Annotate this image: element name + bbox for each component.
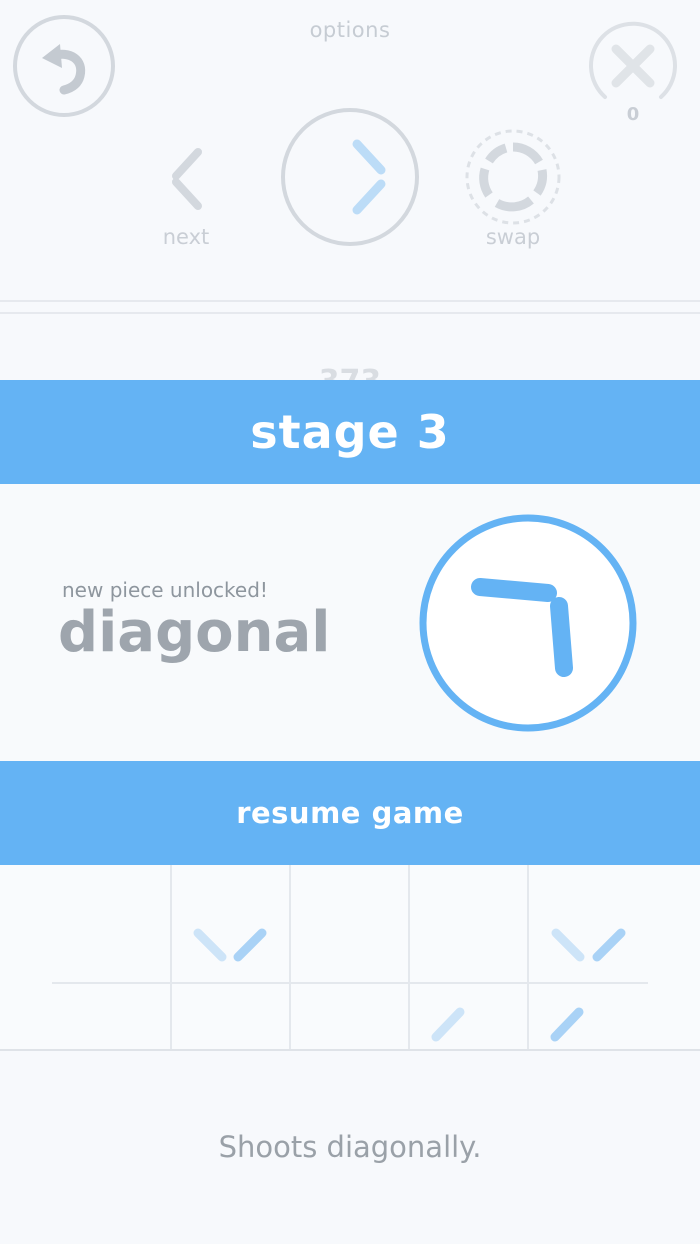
unlock-caption: new piece unlocked!: [62, 578, 268, 602]
swap-ring-icon: [479, 142, 547, 212]
close-count: 0: [626, 104, 640, 125]
chevron-left-icon: [172, 148, 202, 210]
close-x-icon: [611, 44, 655, 88]
stage-banner: stage 3: [0, 380, 700, 484]
next-button[interactable]: [158, 142, 218, 214]
board-piece[interactable]: [551, 928, 626, 962]
board-pieces: [193, 928, 626, 1042]
next-label: next: [162, 225, 210, 249]
piece-name: diagonal: [58, 600, 331, 665]
swap-button[interactable]: [463, 127, 563, 227]
undo-arrow-icon: [42, 44, 86, 95]
board-piece[interactable]: [193, 928, 267, 962]
piece-description: Shoots diagonally.: [218, 1130, 482, 1164]
diagonal-piece-icon: [419, 514, 637, 732]
resume-game-button[interactable]: resume game: [0, 761, 700, 865]
chevron-right-icon: [352, 139, 386, 215]
divider: [0, 300, 700, 302]
divider: [0, 312, 700, 314]
play-button[interactable]: [279, 106, 421, 248]
stage-title: stage 3: [250, 405, 450, 459]
board-piece[interactable]: [550, 1007, 584, 1042]
swap-label: swap: [485, 225, 541, 249]
undo-button[interactable]: [12, 14, 116, 118]
board-piece[interactable]: [431, 1007, 465, 1042]
resume-game-label: resume game: [236, 796, 464, 830]
